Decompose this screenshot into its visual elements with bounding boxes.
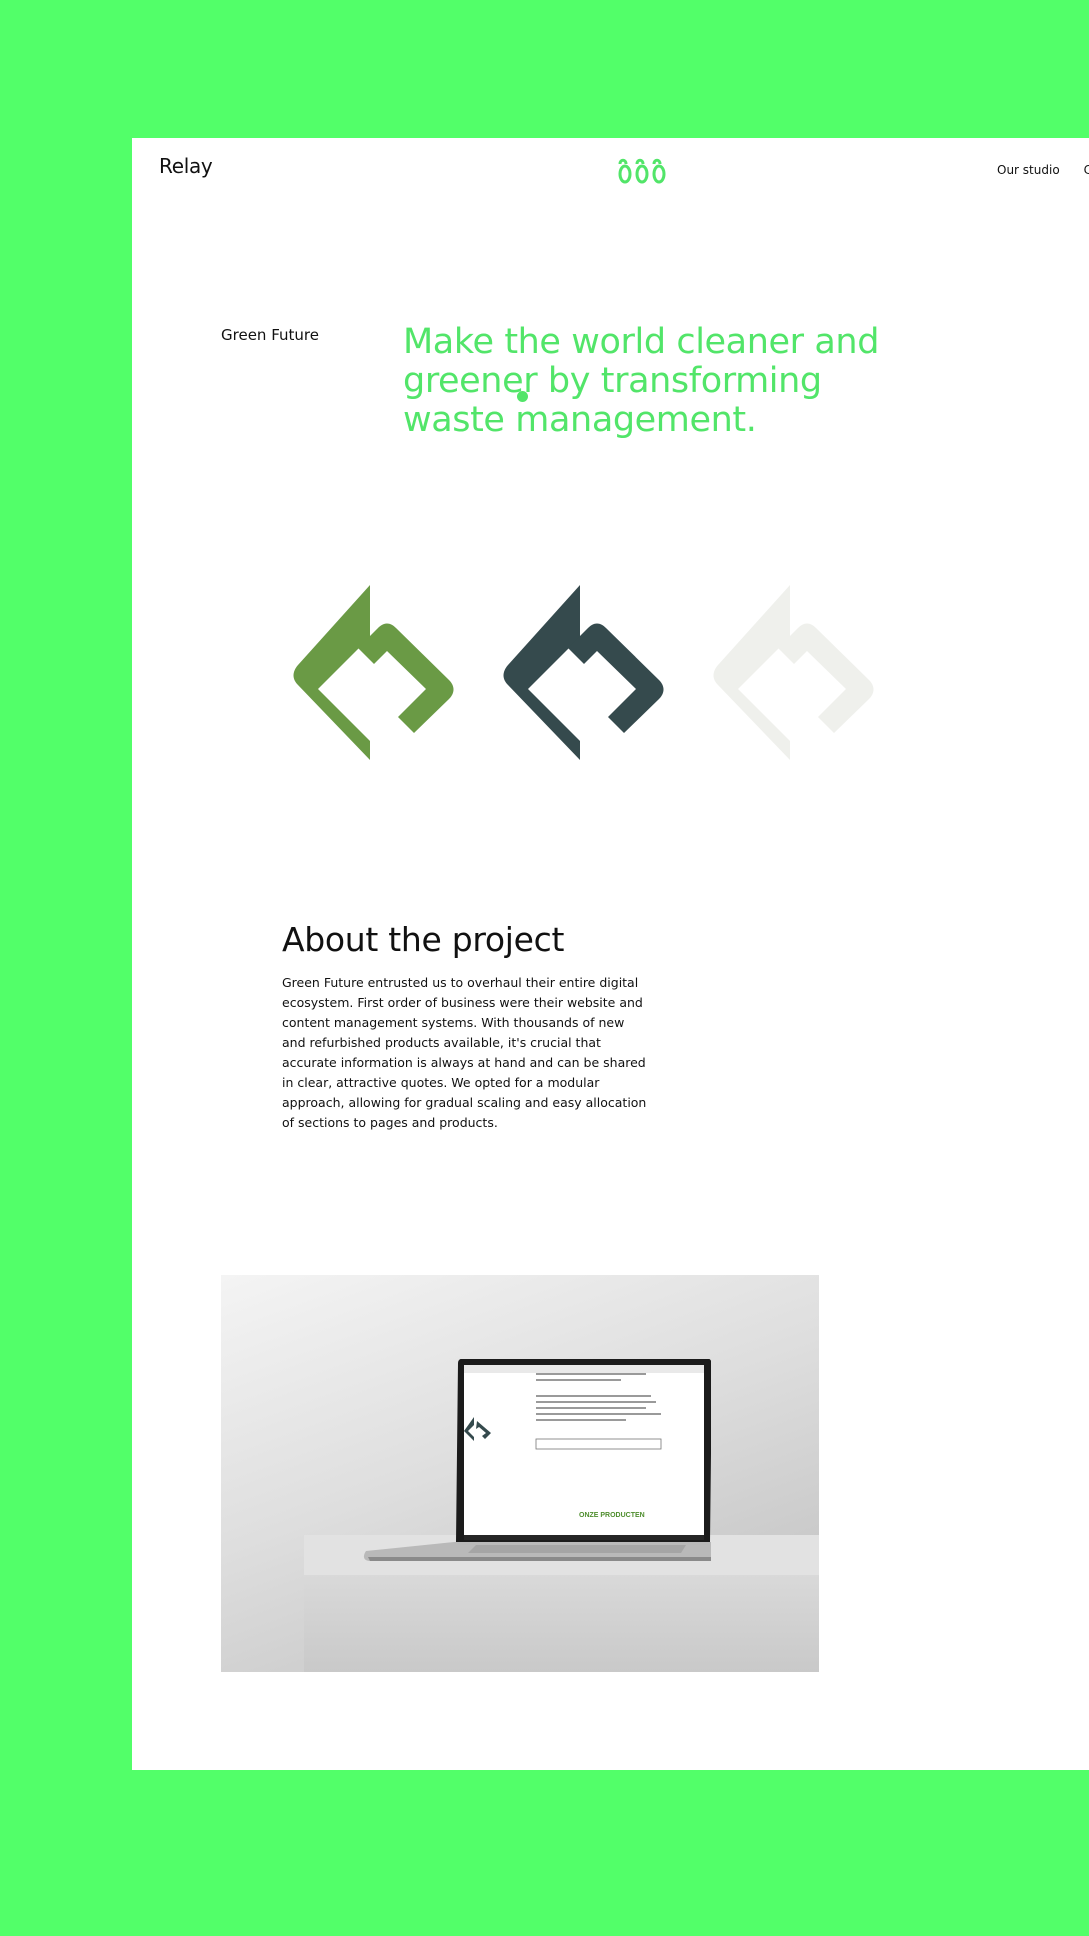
laptop-mockup: ONZE PRODUCTEN (363, 1359, 711, 1561)
cursor-dot (517, 391, 528, 402)
green-future-logo-dark (503, 585, 664, 760)
triple-loop-logo-icon[interactable] (616, 156, 668, 184)
screen-heading: ONZE PRODUCTEN (579, 1512, 645, 1519)
nav-contact[interactable]: Co (1084, 163, 1089, 177)
pedestal (304, 1575, 819, 1672)
relay-logo[interactable]: Relay (159, 154, 213, 178)
case-study-page: Relay Our studio Co Green Future Make th… (132, 138, 1089, 1770)
client-name: Green Future (221, 326, 319, 344)
green-future-logo-light (713, 585, 874, 760)
main-nav: Our studio Co (997, 163, 1089, 177)
nav-our-studio[interactable]: Our studio (997, 163, 1060, 177)
green-future-logo-green (293, 585, 454, 760)
about-title: About the project (282, 920, 565, 959)
about-body: Green Future entrusted us to overhaul th… (282, 975, 647, 1130)
laptop-mockup-photo: ONZE PRODUCTEN (221, 1275, 819, 1672)
logo-variants (290, 585, 874, 760)
hero-headline: Make the world cleaner and greener by tr… (403, 322, 880, 440)
